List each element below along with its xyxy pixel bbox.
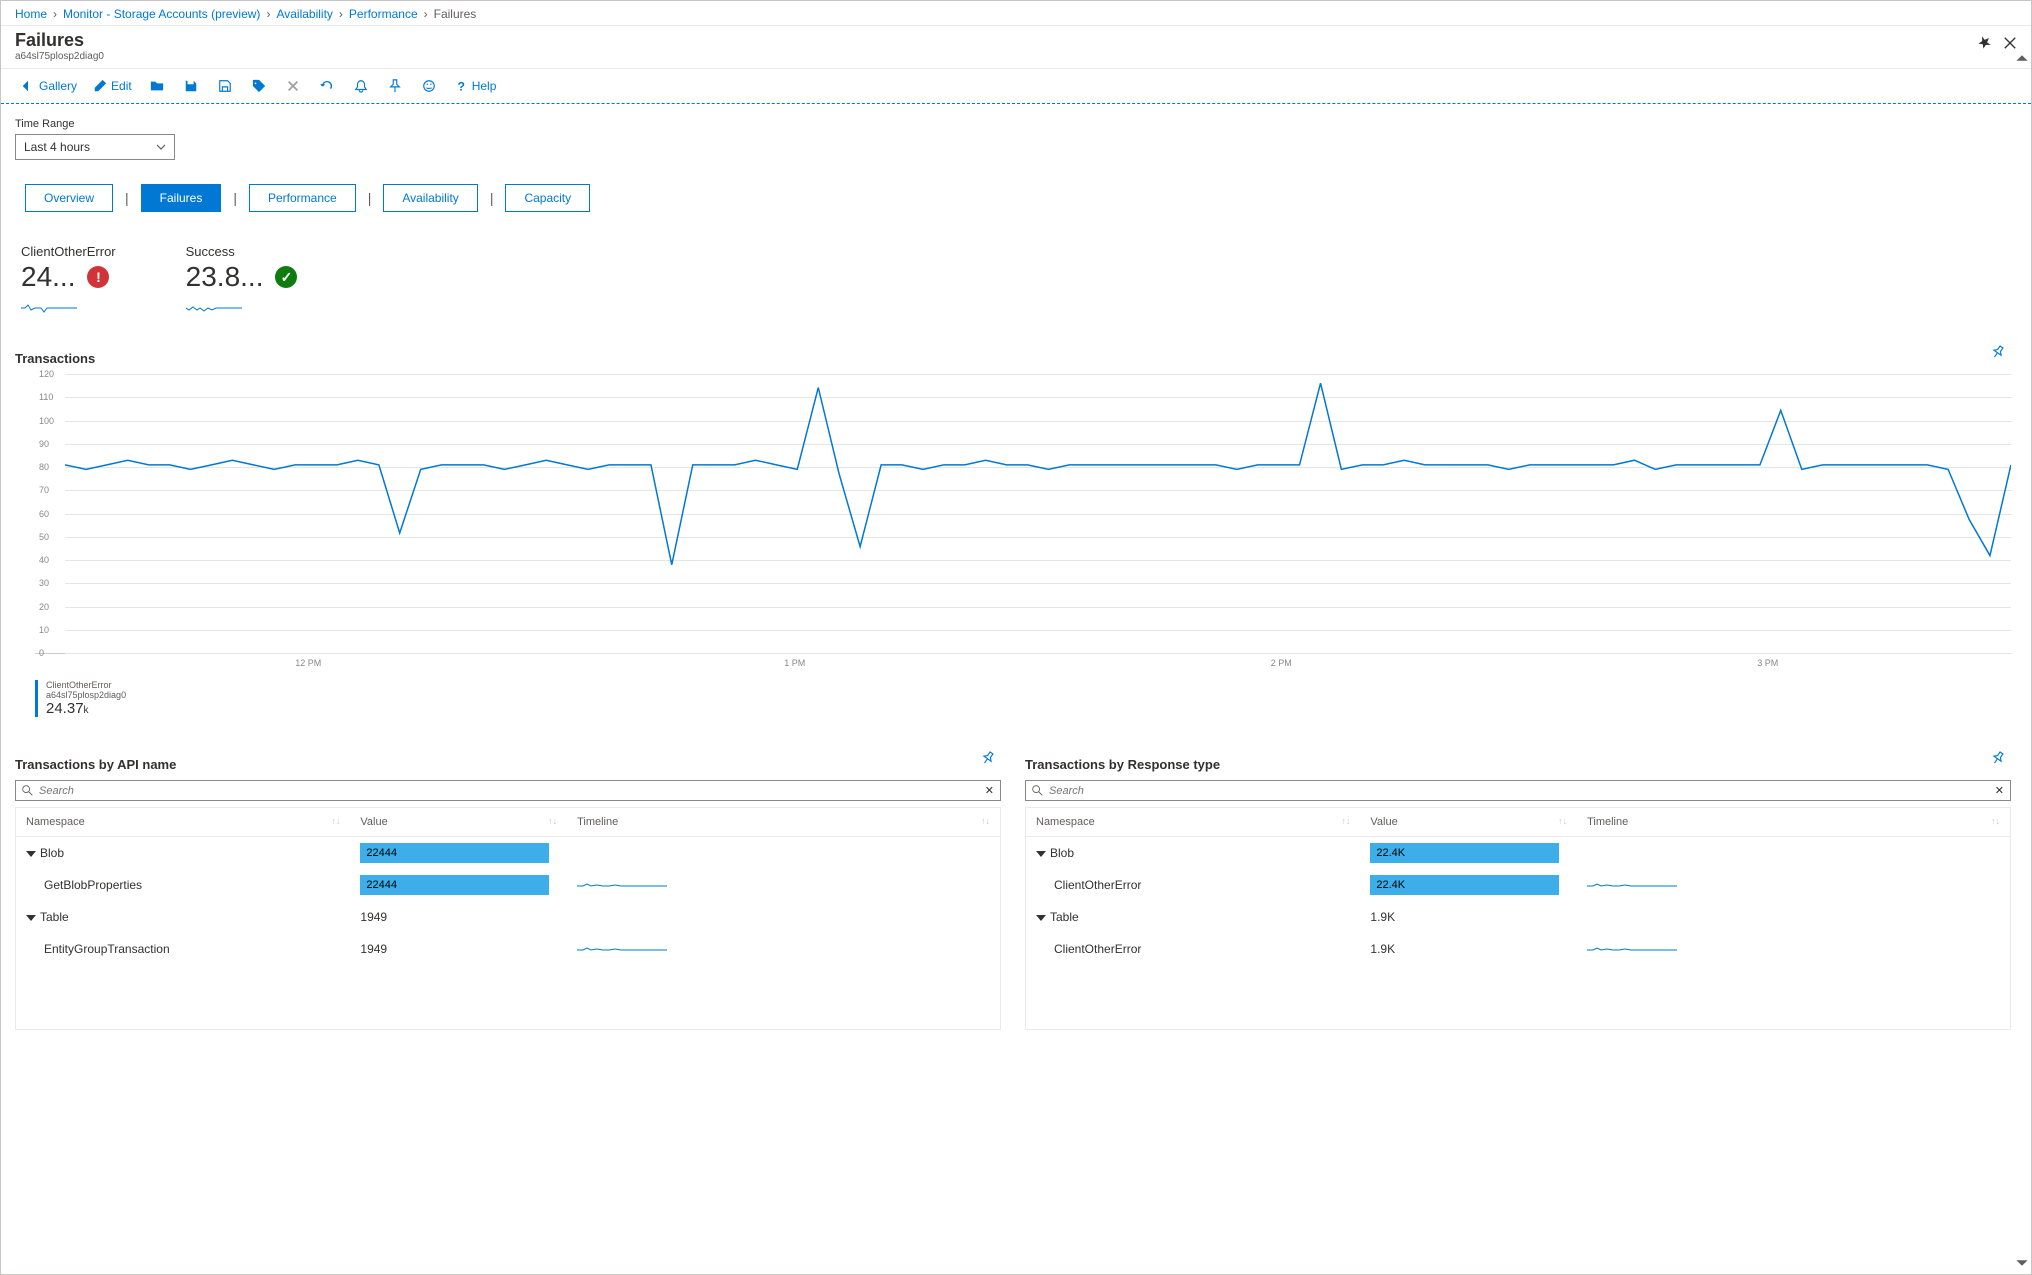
transactions-chart-section: Transactions 010203040506070809010011012… bbox=[15, 351, 2011, 717]
edit-button[interactable]: Edit bbox=[87, 75, 138, 97]
sparkline bbox=[186, 301, 246, 315]
col-namespace[interactable]: Namespace↑↓ bbox=[1026, 808, 1361, 837]
feedback-icon[interactable] bbox=[414, 75, 444, 97]
breadcrumb-current: Failures bbox=[434, 7, 477, 21]
table-row[interactable]: Table1.9K bbox=[1026, 901, 2011, 933]
time-range-label: Time Range bbox=[15, 118, 2011, 130]
tab-overview[interactable]: Overview bbox=[25, 184, 113, 212]
pin-icon[interactable] bbox=[1977, 36, 1991, 53]
scroll-buttons bbox=[2015, 51, 2029, 1270]
table-row[interactable]: ClientOtherError22.4K bbox=[1026, 869, 2011, 901]
search-icon bbox=[1032, 785, 1043, 796]
page-title: Failures bbox=[15, 30, 104, 51]
resp-search-box[interactable]: ✕ bbox=[1025, 780, 2011, 801]
success-status-icon: ✓ bbox=[275, 266, 297, 288]
page-header: Failures a64sl75plosp2diag0 bbox=[1, 26, 2031, 69]
resp-data-table: Namespace↑↓ Value↑↓ Timeline↑↓ Blob22.4K… bbox=[1025, 807, 2011, 1030]
transactions-chart[interactable]: 0102030405060708090100110120 bbox=[35, 374, 2011, 654]
metric-value: 24... bbox=[21, 261, 75, 293]
col-timeline[interactable]: Timeline↑↓ bbox=[567, 808, 1000, 837]
clear-search-icon[interactable]: ✕ bbox=[985, 784, 994, 797]
tab-performance[interactable]: Performance bbox=[249, 184, 356, 212]
metric-client-other-error[interactable]: ClientOtherError 24... ! bbox=[21, 244, 116, 315]
svg-text:?: ? bbox=[457, 79, 464, 93]
alert-icon[interactable] bbox=[346, 75, 376, 97]
time-range-select[interactable]: Last 4 hours bbox=[15, 134, 175, 160]
resp-search-input[interactable] bbox=[1049, 785, 1989, 797]
api-search-box[interactable]: ✕ bbox=[15, 780, 1001, 801]
pin-chart-icon[interactable] bbox=[1991, 345, 2005, 362]
table-row[interactable]: Blob22.4K bbox=[1026, 837, 2011, 870]
breadcrumb-link-monitor[interactable]: Monitor - Storage Accounts (preview) bbox=[63, 7, 260, 21]
page-subtitle: a64sl75plosp2diag0 bbox=[15, 51, 104, 62]
error-status-icon: ! bbox=[87, 266, 109, 288]
col-value[interactable]: Value↑↓ bbox=[1360, 808, 1577, 837]
pin-table-icon[interactable] bbox=[1991, 751, 2005, 768]
col-namespace[interactable]: Namespace↑↓ bbox=[16, 808, 351, 837]
breadcrumb-link-availability[interactable]: Availability bbox=[276, 7, 332, 21]
table-row[interactable]: EntityGroupTransaction1949 bbox=[16, 933, 1001, 965]
table-row[interactable]: Blob22444 bbox=[16, 837, 1001, 870]
tab-capacity[interactable]: Capacity bbox=[505, 184, 590, 212]
col-value[interactable]: Value↑↓ bbox=[350, 808, 567, 837]
pin-table-icon[interactable] bbox=[981, 751, 995, 768]
transactions-title: Transactions bbox=[15, 351, 2011, 366]
breadcrumb-sep: › bbox=[266, 7, 270, 21]
scroll-up-icon[interactable] bbox=[2015, 51, 2029, 65]
search-icon bbox=[22, 785, 33, 796]
response-type-panel: Transactions by Response type ✕ Namespac… bbox=[1025, 757, 2011, 1030]
toolbar: Gallery Edit bbox=[1, 69, 2031, 104]
save-as-icon[interactable] bbox=[210, 75, 240, 97]
table-row[interactable]: ClientOtherError1.9K bbox=[1026, 933, 2011, 965]
pin-toolbar-icon[interactable] bbox=[380, 75, 410, 97]
api-search-input[interactable] bbox=[39, 785, 979, 797]
col-timeline[interactable]: Timeline↑↓ bbox=[1577, 808, 2010, 837]
metric-value: 23.8... bbox=[186, 261, 264, 293]
app-window: Home › Monitor - Storage Accounts (previ… bbox=[0, 0, 2032, 1275]
breadcrumb: Home › Monitor - Storage Accounts (previ… bbox=[1, 1, 2031, 26]
refresh-icon[interactable] bbox=[312, 75, 342, 97]
help-button[interactable]: ? Help bbox=[448, 75, 503, 97]
breadcrumb-sep: › bbox=[339, 7, 343, 21]
breadcrumb-link-performance[interactable]: Performance bbox=[349, 7, 418, 21]
view-tabs: Overview | Failures | Performance | Avai… bbox=[25, 184, 2011, 212]
open-icon[interactable] bbox=[142, 75, 172, 97]
tab-availability[interactable]: Availability bbox=[383, 184, 477, 212]
gallery-button[interactable]: Gallery bbox=[15, 75, 83, 97]
clear-search-icon[interactable]: ✕ bbox=[1995, 784, 2004, 797]
breadcrumb-sep: › bbox=[53, 7, 57, 21]
api-data-table: Namespace↑↓ Value↑↓ Timeline↑↓ Blob22444… bbox=[15, 807, 1001, 1030]
table-row[interactable]: GetBlobProperties22444 bbox=[16, 869, 1001, 901]
discard-icon bbox=[278, 75, 308, 97]
api-name-panel: Transactions by API name ✕ Namespace↑↓ V… bbox=[15, 757, 1001, 1030]
api-table-title: Transactions by API name bbox=[15, 757, 1001, 772]
table-row[interactable]: Table1949 bbox=[16, 901, 1001, 933]
chevron-down-icon bbox=[156, 142, 166, 152]
tab-failures[interactable]: Failures bbox=[141, 184, 222, 212]
breadcrumb-link-home[interactable]: Home bbox=[15, 7, 47, 21]
metric-tiles: ClientOtherError 24... ! Success 23.8...… bbox=[21, 244, 2011, 315]
content-area[interactable]: Time Range Last 4 hours Overview | Failu… bbox=[1, 104, 2031, 1274]
resp-table-title: Transactions by Response type bbox=[1025, 757, 2011, 772]
tag-icon[interactable] bbox=[244, 75, 274, 97]
breadcrumb-sep: › bbox=[424, 7, 428, 21]
metric-success[interactable]: Success 23.8... ✓ bbox=[186, 244, 298, 315]
scroll-down-icon[interactable] bbox=[2015, 1256, 2029, 1270]
sparkline bbox=[21, 301, 81, 315]
save-icon[interactable] bbox=[176, 75, 206, 97]
